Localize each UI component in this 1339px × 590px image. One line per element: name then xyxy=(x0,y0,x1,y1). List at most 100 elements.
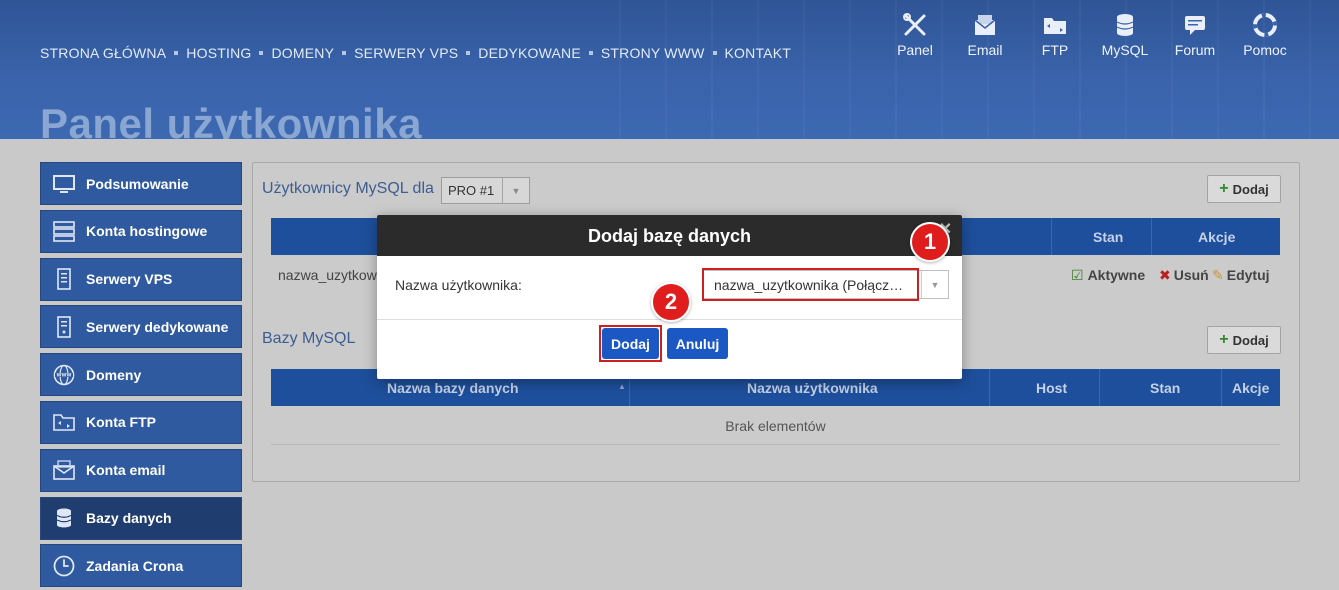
add-database-button[interactable]: + Dodaj xyxy=(1207,326,1281,354)
column-divider xyxy=(1099,369,1100,406)
column-header-host[interactable]: Host xyxy=(1036,380,1067,396)
sidebar-item-dedicated[interactable]: Serwery dedykowane xyxy=(40,305,242,349)
plus-icon: + xyxy=(1219,180,1229,197)
sort-icon: ▲ xyxy=(618,382,626,391)
plus-icon: + xyxy=(1219,331,1229,348)
tool-help[interactable]: Pomoc xyxy=(1230,12,1300,58)
sidebar-item-vps[interactable]: Serwery VPS xyxy=(40,257,242,301)
edit-pencil-icon: ✎ xyxy=(1212,267,1224,283)
tool-label: Email xyxy=(967,42,1003,58)
add-database-label: Dodaj xyxy=(1232,332,1269,348)
column-divider xyxy=(1151,218,1152,255)
nav-separator xyxy=(342,51,347,55)
tool-mysql[interactable]: MySQL xyxy=(1090,12,1160,58)
sidebar-item-domains[interactable]: WWW Domeny xyxy=(40,353,242,397)
ftp-folder-icon xyxy=(53,414,75,432)
sidebar-item-label: Serwery dedykowane xyxy=(86,318,229,335)
delete-icon: ✖ xyxy=(1159,267,1171,283)
tool-label: MySQL xyxy=(1101,42,1149,58)
nav-link-dedicated[interactable]: DEDYKOWANE xyxy=(478,45,581,61)
page-title: Panel użytkownika xyxy=(40,100,422,139)
chevron-down-icon: ▼ xyxy=(502,178,529,203)
nav-link-vps[interactable]: SERWERY VPS xyxy=(354,45,458,61)
tool-ftp[interactable]: FTP xyxy=(1020,12,1090,58)
edit-label: Edytuj xyxy=(1226,267,1270,283)
status-cell: ☑ Aktywne xyxy=(1071,267,1145,284)
sidebar-item-label: Konta hostingowe xyxy=(86,223,208,240)
highlight-frame xyxy=(702,268,919,301)
nav-link-domains[interactable]: DOMENY xyxy=(271,45,334,61)
site-header: STRONA GŁÓWNA HOSTING DOMENY SERWERY VPS… xyxy=(0,0,1339,139)
server-icon xyxy=(53,221,75,243)
sidebar-item-label: Konta email xyxy=(86,462,166,479)
column-header-user-name[interactable]: Nazwa użytkownika xyxy=(747,380,878,396)
nav-separator xyxy=(712,51,717,55)
highlight-frame xyxy=(599,325,662,362)
sidebar: Podsumowanie Konta hostingowe Serwery VP… xyxy=(40,162,242,590)
tool-label: Panel xyxy=(897,42,933,58)
sidebar-item-label: Serwery VPS xyxy=(86,271,173,288)
lifebuoy-icon xyxy=(1253,13,1277,37)
database-icon xyxy=(1116,14,1134,36)
mysql-databases-title: Bazy MySQL xyxy=(262,330,356,347)
status-text: Aktywne xyxy=(1087,267,1146,283)
tool-panel[interactable]: Panel xyxy=(880,12,950,58)
column-header-akcje: Akcje xyxy=(1232,380,1270,396)
tool-email[interactable]: Email xyxy=(950,12,1020,58)
plan-select-value: PRO #1 xyxy=(448,183,495,198)
email-icon xyxy=(974,15,996,35)
dedicated-server-icon xyxy=(57,316,71,338)
column-header-stan[interactable]: Stan xyxy=(1093,229,1123,245)
sidebar-item-label: Podsumowanie xyxy=(86,175,189,192)
column-divider xyxy=(989,369,990,406)
nav-separator xyxy=(174,51,179,55)
edit-action[interactable]: ✎ Edytuj xyxy=(1212,267,1270,284)
column-header-akcje: Akcje xyxy=(1198,229,1236,245)
user-select-label: Nazwa użytkownika: xyxy=(395,277,522,293)
nav-link-websites[interactable]: STRONY WWW xyxy=(601,45,705,61)
mysql-users-title: Użytkownicy MySQL dla xyxy=(262,180,434,197)
quick-tools: Panel Email FTP MySQL Forum Pomoc xyxy=(880,12,1300,58)
nav-separator xyxy=(259,51,264,55)
column-divider xyxy=(1221,369,1222,406)
tool-label: Pomoc xyxy=(1243,42,1287,58)
tool-label: Forum xyxy=(1174,42,1216,58)
sidebar-item-ftp[interactable]: Konta FTP xyxy=(40,400,242,444)
www-globe-icon: WWW xyxy=(53,364,75,385)
sidebar-item-label: Bazy danych xyxy=(86,510,172,527)
tools-icon xyxy=(903,13,926,36)
sidebar-item-email[interactable]: Konta email xyxy=(40,448,242,492)
step-badge-1: 1 xyxy=(910,222,950,262)
column-header-db-name[interactable]: Nazwa bazy danych xyxy=(387,380,519,396)
nav-link-hosting[interactable]: HOSTING xyxy=(186,45,251,61)
monitor-icon xyxy=(53,174,75,193)
add-user-label: Dodaj xyxy=(1232,181,1269,197)
sidebar-item-cron[interactable]: Zadania Crona xyxy=(40,544,242,588)
modal-header: Dodaj bazę danych ✕ xyxy=(377,215,962,256)
tool-forum[interactable]: Forum xyxy=(1160,12,1230,58)
sidebar-item-hosting-accounts[interactable]: Konta hostingowe xyxy=(40,209,242,253)
nav-link-contact[interactable]: KONTAKT xyxy=(725,45,791,61)
column-header-stan[interactable]: Stan xyxy=(1150,380,1180,396)
plan-select[interactable]: PRO #1 ▼ xyxy=(441,177,530,204)
sidebar-item-databases[interactable]: Bazy danych xyxy=(40,496,242,540)
sidebar-item-label: Zadania Crona xyxy=(86,557,184,574)
add-user-button[interactable]: + Dodaj xyxy=(1207,175,1281,203)
email-icon xyxy=(53,460,75,481)
column-divider xyxy=(1051,218,1052,255)
forum-icon xyxy=(1185,16,1205,35)
delete-action[interactable]: ✖ Usuń xyxy=(1159,267,1209,284)
ftp-folder-icon xyxy=(1044,18,1066,34)
sidebar-item-summary[interactable]: Podsumowanie xyxy=(40,162,242,205)
cancel-button[interactable]: Anuluj xyxy=(667,328,728,359)
nav-separator xyxy=(466,51,471,55)
database-icon xyxy=(56,508,72,528)
nav-link-home[interactable]: STRONA GŁÓWNA xyxy=(40,45,166,61)
sidebar-item-label: Domeny xyxy=(86,366,142,383)
top-nav: STRONA GŁÓWNA HOSTING DOMENY SERWERY VPS… xyxy=(40,45,791,61)
modal-title: Dodaj bazę danych xyxy=(587,226,752,246)
chevron-down-icon: ▼ xyxy=(921,271,948,298)
tool-label: FTP xyxy=(1041,42,1069,58)
step-badge-2: 2 xyxy=(651,282,691,322)
vps-icon xyxy=(57,268,71,290)
